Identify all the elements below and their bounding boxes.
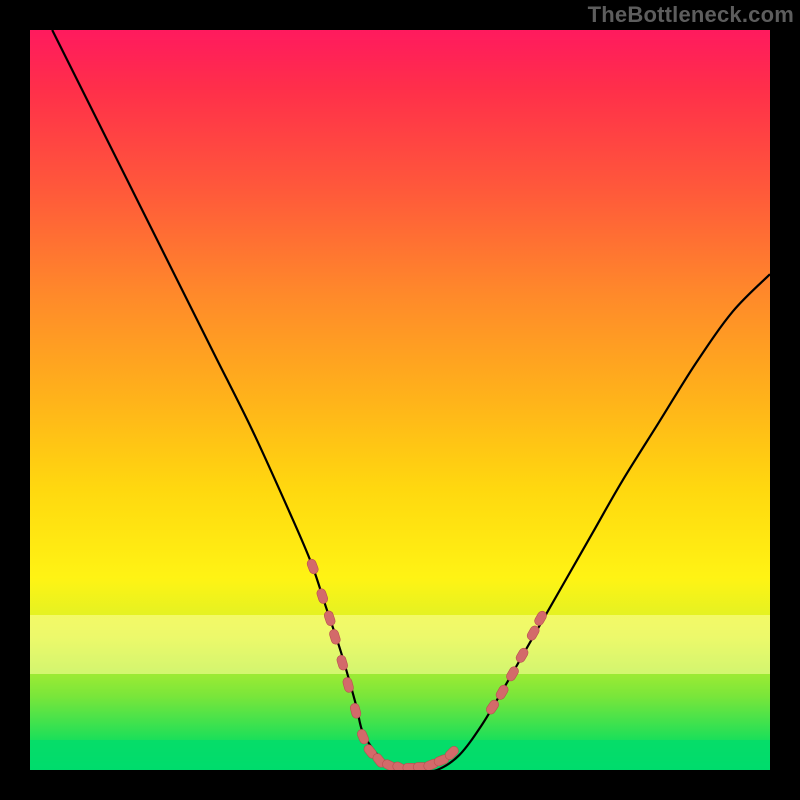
chart-svg [30, 30, 770, 770]
curve-marker [323, 610, 336, 627]
plot-area [30, 30, 770, 770]
curve-marker [336, 654, 349, 671]
curve-marker [316, 588, 329, 605]
chart-frame: TheBottleneck.com [0, 0, 800, 800]
curve-marker [533, 610, 548, 627]
curve-marker [306, 558, 320, 575]
marker-group [306, 558, 548, 770]
curve-marker [328, 628, 341, 645]
attribution-watermark: TheBottleneck.com [588, 2, 794, 28]
curve-marker [505, 665, 520, 682]
curve-marker [342, 676, 355, 693]
curve-marker [349, 702, 362, 719]
curve-marker [514, 647, 529, 664]
bottleneck-curve [52, 30, 770, 770]
curve-marker [485, 698, 501, 715]
